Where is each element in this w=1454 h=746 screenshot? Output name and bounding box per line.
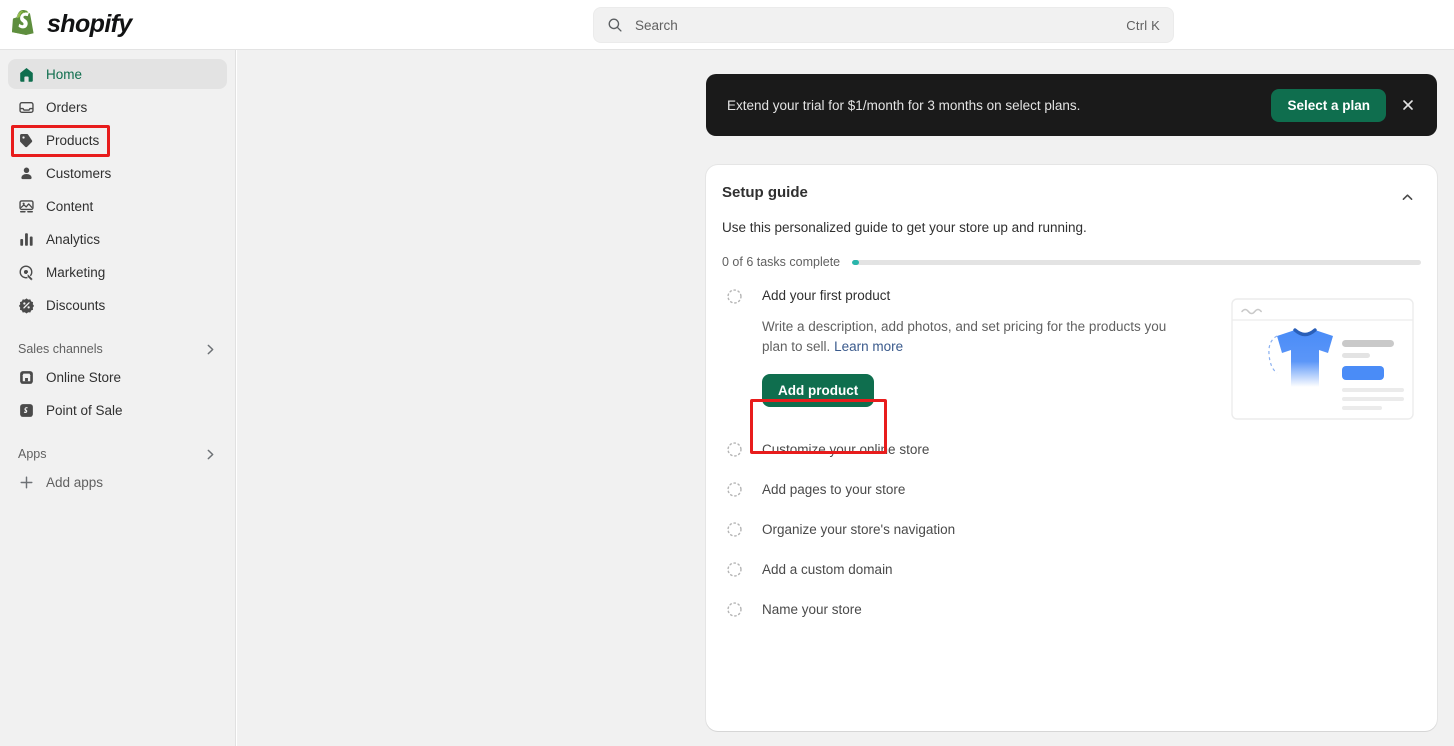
search-input[interactable]: Search Ctrl K	[593, 7, 1174, 43]
learn-more-link[interactable]: Learn more	[834, 339, 903, 354]
sidebar-item-add-apps[interactable]: Add apps	[8, 467, 227, 497]
select-a-plan-button[interactable]: Select a plan	[1271, 89, 1386, 122]
task-description: Write a description, add photos, and set…	[762, 317, 1182, 357]
sidebar-item-point-of-sale[interactable]: Point of Sale	[8, 395, 227, 425]
chevron-right-icon	[204, 448, 217, 461]
sidebar-item-label: Customers	[46, 166, 111, 181]
discounts-badge-icon	[18, 297, 35, 314]
task-description-text: Write a description, add photos, and set…	[762, 319, 1166, 354]
orders-icon	[18, 99, 35, 116]
progress-bar-fill	[852, 260, 859, 265]
chevron-right-icon	[204, 343, 217, 356]
sidebar-section-apps[interactable]: Apps	[8, 441, 227, 467]
marketing-target-icon	[18, 264, 35, 281]
sidebar-item-orders[interactable]: Orders	[8, 92, 227, 122]
sidebar-item-products[interactable]: Products	[8, 125, 227, 155]
incomplete-dashed-circle-icon[interactable]	[726, 601, 743, 618]
search-icon	[607, 17, 623, 33]
sidebar-item-label: Marketing	[46, 265, 105, 280]
task-add-custom-domain[interactable]: Add a custom domain	[722, 549, 1421, 589]
product-page-tshirt-illustration	[1230, 295, 1415, 423]
task-add-pages[interactable]: Add pages to your store	[722, 469, 1421, 509]
sidebar-item-customers[interactable]: Customers	[8, 158, 227, 188]
task-body: Write a description, add photos, and set…	[762, 317, 1182, 407]
sidebar-item-label: Discounts	[46, 298, 105, 313]
setup-guide-progress: 0 of 6 tasks complete	[722, 255, 1421, 269]
sidebar-item-content[interactable]: Content	[8, 191, 227, 221]
sidebar-item-label: Products	[46, 133, 99, 148]
trial-banner-close-button[interactable]	[1393, 90, 1423, 120]
setup-guide-task-list: Add your first product Write a descripti…	[722, 287, 1421, 629]
sidebar-section-label: Sales channels	[18, 342, 103, 356]
search-shortcut-hint: Ctrl K	[1126, 18, 1160, 33]
incomplete-dashed-circle-icon[interactable]	[726, 481, 743, 498]
sidebar-item-analytics[interactable]: Analytics	[8, 224, 227, 254]
sidebar-item-marketing[interactable]: Marketing	[8, 257, 227, 287]
products-tag-icon	[18, 132, 35, 149]
customers-person-icon	[18, 165, 35, 182]
sidebar-item-home[interactable]: Home	[8, 59, 227, 89]
collapsed-task-group: Customize your online store Add pages to…	[722, 429, 1421, 629]
sidebar-section-label: Apps	[18, 447, 47, 461]
sidebar-item-label: Add apps	[46, 475, 103, 490]
sidebar-item-label: Home	[46, 67, 82, 82]
sidebar-spacer-2	[0, 428, 235, 441]
shopify-logo[interactable]: shopify	[12, 10, 132, 40]
incomplete-dashed-circle-icon[interactable]	[726, 288, 743, 305]
progress-bar	[852, 260, 1421, 265]
incomplete-dashed-circle-icon[interactable]	[726, 561, 743, 578]
sidebar: Home Orders Products Customers Content	[0, 50, 236, 746]
search-placeholder: Search	[635, 18, 1126, 33]
setup-guide-title: Setup guide	[722, 183, 808, 203]
top-bar: shopify Search Ctrl K	[0, 0, 1454, 50]
chevron-up-icon	[1400, 190, 1415, 205]
incomplete-dashed-circle-icon[interactable]	[726, 521, 743, 538]
analytics-bars-icon	[18, 231, 35, 248]
task-label: Name your store	[762, 601, 862, 618]
trial-banner: Extend your trial for $1/month for 3 mon…	[706, 74, 1437, 136]
setup-guide-card: Setup guide Use this personalized guide …	[706, 165, 1437, 731]
sidebar-item-label: Orders	[46, 100, 87, 115]
sidebar-section-sales-channels[interactable]: Sales channels	[8, 336, 227, 362]
sidebar-item-discounts[interactable]: Discounts	[8, 290, 227, 320]
close-icon	[1401, 98, 1415, 112]
task-name-your-store[interactable]: Name your store	[722, 589, 1421, 629]
progress-label: 0 of 6 tasks complete	[722, 255, 840, 269]
task-label: Customize your online store	[762, 441, 929, 458]
online-store-icon	[18, 369, 35, 386]
task-organize-navigation[interactable]: Organize your store's navigation	[722, 509, 1421, 549]
task-label: Add a custom domain	[762, 561, 893, 578]
home-icon	[18, 66, 35, 83]
task-label: Add your first product	[762, 287, 890, 304]
point-of-sale-icon	[18, 402, 35, 419]
setup-guide-subtitle: Use this personalized guide to get your …	[722, 220, 1421, 235]
task-label: Add pages to your store	[762, 481, 905, 498]
sidebar-item-label: Online Store	[46, 370, 121, 385]
main-content: Extend your trial for $1/month for 3 mon…	[237, 50, 1454, 746]
trial-banner-message: Extend your trial for $1/month for 3 mon…	[727, 98, 1080, 113]
shopify-wordmark: shopify	[47, 12, 132, 37]
sidebar-item-label: Analytics	[46, 232, 100, 247]
plus-icon	[18, 474, 35, 491]
task-add-first-product: Add your first product Write a descripti…	[722, 287, 1421, 407]
task-label: Organize your store's navigation	[762, 521, 955, 538]
sidebar-item-label: Content	[46, 199, 93, 214]
sidebar-spacer	[0, 323, 235, 336]
setup-guide-header: Setup guide	[722, 183, 1421, 211]
shopify-bag-icon	[12, 10, 40, 40]
task-customize-online-store[interactable]: Customize your online store	[722, 429, 1421, 469]
content-icon	[18, 198, 35, 215]
add-product-button[interactable]: Add product	[762, 374, 874, 407]
setup-guide-collapse-button[interactable]	[1393, 183, 1421, 211]
incomplete-dashed-circle-icon[interactable]	[726, 441, 743, 458]
task-cta-wrap: Add product	[762, 374, 1182, 407]
sidebar-item-label: Point of Sale	[46, 403, 123, 418]
sidebar-item-online-store[interactable]: Online Store	[8, 362, 227, 392]
